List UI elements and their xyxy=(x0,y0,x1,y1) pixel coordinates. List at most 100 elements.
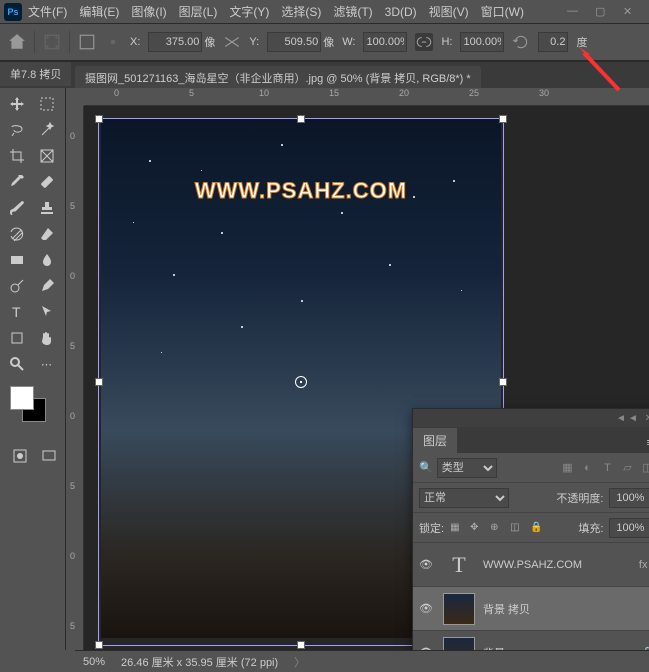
color-picker[interactable] xyxy=(10,386,50,426)
rotate-icon[interactable] xyxy=(512,33,530,51)
y-input[interactable] xyxy=(267,32,321,52)
blur-tool[interactable] xyxy=(34,248,60,272)
menubar: Ps 文件(F) 编辑(E) 图像(I) 图层(L) 文字(Y) 选择(S) 滤… xyxy=(0,0,649,24)
svg-text:T: T xyxy=(12,304,21,320)
fill-label: 填充: xyxy=(578,520,603,536)
menu-view[interactable]: 视图(V) xyxy=(423,3,475,20)
type-tool[interactable]: T xyxy=(4,300,30,324)
move-tool[interactable] xyxy=(4,92,30,116)
layer-name[interactable]: WWW.PSAHZ.COM xyxy=(483,559,631,571)
pen-tool[interactable] xyxy=(34,274,60,298)
lock-nesting-icon[interactable]: ◫ xyxy=(510,522,524,533)
rot-unit: 度 xyxy=(576,34,587,50)
opacity-input[interactable] xyxy=(609,488,649,508)
y-label: Y: xyxy=(249,36,259,48)
shape-tool[interactable] xyxy=(4,326,30,350)
frame-tool[interactable] xyxy=(34,144,60,168)
anchor-icon[interactable] xyxy=(104,33,122,51)
app-logo: Ps xyxy=(4,3,22,21)
layer-item-text[interactable]: 👁 T WWW.PSAHZ.COM fx ▾ xyxy=(413,543,649,587)
menu-window[interactable]: 窗口(W) xyxy=(475,3,530,20)
crop-tool[interactable] xyxy=(4,144,30,168)
link-wh-icon[interactable] xyxy=(415,33,433,51)
eraser-tool[interactable] xyxy=(34,222,60,246)
gradient-tool[interactable] xyxy=(4,248,30,272)
options-bar: X: 像 Y: 像 W: H: 度 xyxy=(0,24,649,62)
lock-all-icon[interactable]: 🔒 xyxy=(530,522,544,533)
dodge-tool[interactable] xyxy=(4,274,30,298)
status-dropdown-icon[interactable]: 〉 xyxy=(294,654,305,670)
x-label: X: xyxy=(130,36,140,48)
stamp-tool[interactable] xyxy=(34,196,60,220)
layer-name[interactable]: 背景 拷贝 xyxy=(483,601,649,617)
lock-position-icon[interactable]: ✥ xyxy=(470,522,484,533)
path-select-tool[interactable] xyxy=(34,300,60,324)
filter-smart-icon[interactable]: ◫ xyxy=(640,460,649,475)
layer-fx-badge[interactable]: fx ▾ xyxy=(639,558,649,571)
document-info[interactable]: 26.46 厘米 x 35.95 厘米 (72 ppi) xyxy=(121,654,278,670)
ruler-origin[interactable] xyxy=(66,88,84,106)
history-brush-tool[interactable] xyxy=(4,222,30,246)
home-icon[interactable] xyxy=(8,33,26,51)
reference-point-icon[interactable] xyxy=(78,33,96,51)
menu-select[interactable]: 选择(S) xyxy=(275,3,327,20)
hand-tool[interactable] xyxy=(34,326,60,350)
layer-item-bg[interactable]: 👁 背景 🔒 xyxy=(413,631,649,650)
menu-image[interactable]: 图像(I) xyxy=(125,3,172,20)
transform-mode-icon[interactable] xyxy=(43,33,61,51)
close-icon[interactable]: ✕ xyxy=(623,5,637,19)
foreground-color-swatch[interactable] xyxy=(10,386,34,410)
lasso-tool[interactable] xyxy=(4,118,30,142)
search-icon[interactable]: 🔍 xyxy=(419,461,433,474)
transform-handle-bl[interactable] xyxy=(95,641,103,649)
filter-adjust-icon[interactable]: ◐ xyxy=(580,460,595,475)
menu-file[interactable]: 文件(F) xyxy=(22,3,73,20)
transform-handle-bm[interactable] xyxy=(297,641,305,649)
lock-pixels-icon[interactable]: ▦ xyxy=(450,522,464,533)
layer-item-bgcopy[interactable]: 👁 背景 拷贝 xyxy=(413,587,649,631)
vertical-ruler[interactable]: 0 5 0 5 0 5 0 5 xyxy=(66,106,84,650)
quickmask-icon[interactable] xyxy=(8,444,33,468)
layers-tab[interactable]: 图层 xyxy=(413,428,457,453)
watermark-text: WWW.PSAHZ.COM xyxy=(195,178,407,204)
layers-panel: ◄◄ ✕ 图层 ≡ 🔍 类型 ▦ ◐ T ▱ ◫ xyxy=(412,408,649,650)
horizontal-ruler[interactable]: 0 5 10 15 20 25 30 xyxy=(84,88,649,106)
menu-layer[interactable]: 图层(L) xyxy=(173,3,224,20)
fill-input[interactable] xyxy=(609,518,649,538)
magic-wand-tool[interactable] xyxy=(34,118,60,142)
swap-xy-icon[interactable] xyxy=(223,33,241,51)
minimize-icon[interactable]: — xyxy=(567,5,581,19)
zoom-level[interactable]: 50% xyxy=(83,656,105,668)
zoom-tool[interactable] xyxy=(4,352,30,376)
menu-3d[interactable]: 3D(D) xyxy=(379,5,423,19)
lock-artboard-icon[interactable]: ⊕ xyxy=(490,522,504,533)
filter-shape-icon[interactable]: ▱ xyxy=(620,460,635,475)
marquee-tool[interactable] xyxy=(34,92,60,116)
w-input[interactable] xyxy=(363,32,407,52)
x-input[interactable] xyxy=(148,32,202,52)
panel-collapse-icon[interactable]: ◄◄ ✕ xyxy=(616,413,649,424)
h-input[interactable] xyxy=(460,32,504,52)
rotation-input[interactable] xyxy=(538,32,568,52)
panel-titlebar[interactable]: ◄◄ ✕ xyxy=(413,409,649,427)
panel-menu-icon[interactable]: ≡ xyxy=(639,433,649,453)
doc-tab-prev[interactable]: 单7.8 拷贝 xyxy=(0,62,71,86)
layer-filter-select[interactable]: 类型 xyxy=(437,458,497,478)
filter-pixel-icon[interactable]: ▦ xyxy=(560,460,575,475)
menu-type[interactable]: 文字(Y) xyxy=(223,3,275,20)
doc-tab-current[interactable]: 摄图网_501271163_海岛星空（非企业商用）.jpg @ 50% (背景 … xyxy=(75,66,481,90)
tool-palette: T ⋯ xyxy=(0,88,66,650)
healing-tool[interactable] xyxy=(34,170,60,194)
brush-tool[interactable] xyxy=(4,196,30,220)
eyedropper-tool[interactable] xyxy=(4,170,30,194)
menu-edit[interactable]: 编辑(E) xyxy=(73,3,125,20)
visibility-toggle-icon[interactable]: 👁 xyxy=(419,558,435,571)
filter-type-icon[interactable]: T xyxy=(600,460,615,475)
blend-mode-select[interactable]: 正常 xyxy=(419,488,509,508)
status-bar: 50% 26.46 厘米 x 35.95 厘米 (72 ppi) 〉 xyxy=(75,650,649,672)
screenmode-icon[interactable] xyxy=(37,444,62,468)
edit-toolbar-icon[interactable]: ⋯ xyxy=(34,352,60,376)
menu-filter[interactable]: 滤镜(T) xyxy=(327,3,378,20)
maximize-icon[interactable]: ▢ xyxy=(595,5,609,19)
visibility-toggle-icon[interactable]: 👁 xyxy=(419,602,435,615)
